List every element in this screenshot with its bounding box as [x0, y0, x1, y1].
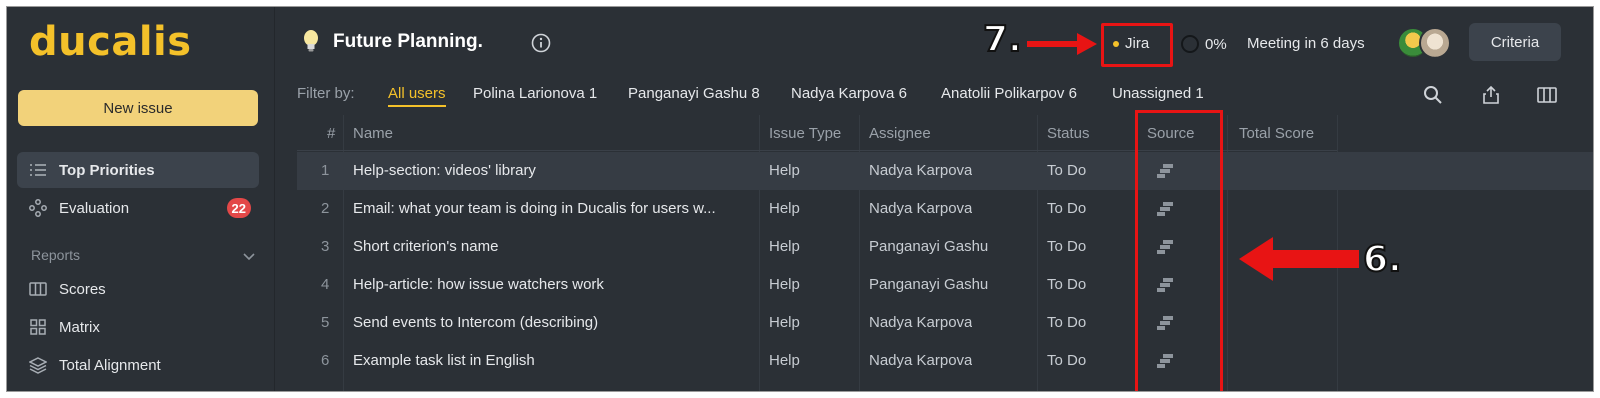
integration-link-jira[interactable]: Jira [1113, 35, 1149, 52]
annotation-seven-label: 7. [982, 18, 1023, 61]
sidebar-item-label: Scores [59, 280, 106, 298]
issue-name[interactable]: Short criterion's name [353, 238, 753, 255]
column-header-name[interactable]: Name [353, 125, 393, 142]
grid-icon [29, 318, 47, 336]
criteria-button[interactable]: Criteria [1469, 23, 1561, 61]
issue-status[interactable]: To Do [1047, 162, 1086, 179]
table-row[interactable]: 5 Send events to Intercom (describing) H… [297, 304, 1593, 342]
issue-type: Help [769, 238, 800, 255]
issue-name[interactable]: Help-section: videos' library [353, 162, 753, 179]
list-icon [29, 161, 47, 179]
column-header-assignee[interactable]: Assignee [869, 125, 931, 142]
issue-assignee[interactable]: Panganayi Gashu [869, 276, 988, 293]
issue-status[interactable]: To Do [1047, 238, 1086, 255]
sidebar-item-scores[interactable]: Scores [17, 271, 259, 307]
issue-name[interactable]: Email: what your team is doing in Ducali… [353, 200, 753, 217]
row-number: 1 [321, 162, 330, 179]
share-icon[interactable] [1481, 85, 1501, 105]
logo: ducalis [29, 19, 192, 65]
filter-user[interactable]: Nadya Karpova 6 [791, 85, 907, 102]
integration-label: Jira [1125, 35, 1150, 52]
issue-name[interactable]: Send events to Intercom (describing) [353, 314, 753, 331]
sidebar-item-matrix[interactable]: Matrix [17, 309, 259, 345]
columns-icon[interactable] [1537, 85, 1557, 105]
sidebar-item-top-priorities[interactable]: Top Priorities [17, 152, 259, 188]
filter-user[interactable]: Panganayi Gashu 8 [628, 85, 760, 102]
lightbulb-icon [304, 30, 318, 52]
meeting-status[interactable]: Meeting in 6 days [1247, 35, 1365, 52]
page-title: Future Planning. [333, 31, 483, 52]
sidebar-item-total-alignment[interactable]: Total Alignment [17, 347, 259, 383]
table-row[interactable]: 1 Help-section: videos' library Help Nad… [297, 152, 1593, 190]
table-row[interactable]: 6 Example task list in English Help Nady… [297, 342, 1593, 380]
annotation-six-label: 6. [1362, 238, 1403, 281]
app-window: ducalis New issue Top Priorities Evaluat… [6, 6, 1594, 392]
row-number: 3 [321, 238, 330, 255]
column-header-status[interactable]: Status [1047, 125, 1090, 142]
column-header-total-score[interactable]: Total Score [1239, 125, 1314, 142]
issue-type: Help [769, 314, 800, 331]
sidebar-item-label: Top Priorities [59, 161, 155, 179]
chevron-down-icon[interactable] [243, 250, 255, 262]
annotation-highlight-source [1135, 110, 1223, 391]
issue-assignee[interactable]: Panganayi Gashu [869, 238, 988, 255]
issue-type: Help [769, 276, 800, 293]
issue-status[interactable]: To Do [1047, 200, 1086, 217]
annotation-arrow-right [1027, 33, 1097, 55]
team-avatars[interactable] [1397, 27, 1453, 61]
column-header-number[interactable]: # [327, 125, 335, 142]
sidebar-item-label: Matrix [59, 318, 100, 336]
progress-indicator[interactable]: 0% [1181, 35, 1227, 53]
header: Future Planning. 7. Jira 0% Meeting in 6… [275, 7, 1593, 79]
progress-ring-icon [1181, 35, 1199, 53]
count-badge: 22 [226, 198, 251, 218]
sidebar-item-evaluation[interactable]: Evaluation 22 [17, 190, 259, 226]
issue-type: Help [769, 162, 800, 179]
layers-icon [29, 356, 47, 374]
annotation-arrow-left [1239, 237, 1359, 281]
filter-unassigned[interactable]: Unassigned 1 [1112, 85, 1204, 102]
search-icon[interactable] [1423, 85, 1443, 105]
sidebar: ducalis New issue Top Priorities Evaluat… [7, 7, 275, 391]
info-icon[interactable] [531, 33, 551, 53]
filter-user[interactable]: Polina Larionova 1 [473, 85, 597, 102]
issue-status[interactable]: To Do [1047, 276, 1086, 293]
issue-status[interactable]: To Do [1047, 352, 1086, 369]
issue-type: Help [769, 200, 800, 217]
filter-user[interactable]: Anatolii Polikarpov 6 [941, 85, 1077, 102]
sidebar-item-label: Evaluation [59, 199, 130, 217]
row-number: 2 [321, 200, 330, 217]
issue-assignee[interactable]: Nadya Karpova [869, 352, 972, 369]
avatar[interactable] [1419, 27, 1451, 59]
reports-section-label: Reports [31, 247, 81, 263]
row-number: 4 [321, 276, 330, 293]
issue-assignee[interactable]: Nadya Karpova [869, 314, 972, 331]
row-number: 6 [321, 352, 330, 369]
columns-icon [29, 280, 47, 298]
issue-name[interactable]: Help-article: how issue watchers work [353, 276, 753, 293]
filter-all-users[interactable]: All users [388, 85, 446, 107]
issue-name[interactable]: Example task list in English [353, 352, 753, 369]
issue-status[interactable]: To Do [1047, 314, 1086, 331]
issue-type: Help [769, 352, 800, 369]
progress-value: 0% [1205, 35, 1227, 53]
new-issue-button[interactable]: New issue [18, 90, 258, 126]
row-number: 5 [321, 314, 330, 331]
status-dot [1113, 40, 1119, 47]
table-row[interactable]: 2 Email: what your team is doing in Duca… [297, 190, 1593, 228]
filter-bar: Filter by: All users Polina Larionova 1 … [275, 79, 1593, 115]
issue-assignee[interactable]: Nadya Karpova [869, 200, 972, 217]
sidebar-item-label: Total Alignment [59, 356, 161, 374]
filter-label: Filter by: [297, 85, 355, 102]
issue-assignee[interactable]: Nadya Karpova [869, 162, 972, 179]
column-header-issue-type[interactable]: Issue Type [769, 125, 841, 142]
nodes-icon [29, 199, 47, 217]
